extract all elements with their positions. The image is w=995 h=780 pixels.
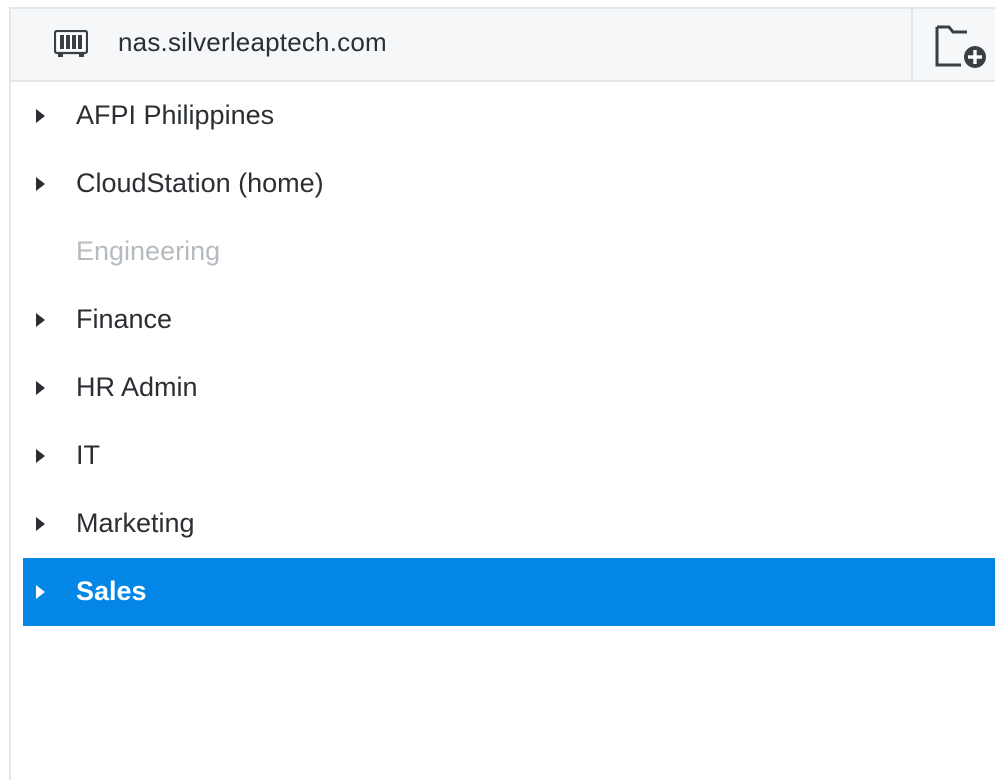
tree-item-cloudstation-home[interactable]: CloudStation (home) bbox=[23, 150, 995, 218]
expand-arrow-icon[interactable] bbox=[36, 449, 45, 463]
tree-item-hr-admin[interactable]: HR Admin bbox=[23, 354, 995, 422]
tree-item-marketing[interactable]: Marketing bbox=[23, 490, 995, 558]
tree-item-afpi-philippines[interactable]: AFPI Philippines bbox=[23, 82, 995, 150]
tree-item-label: IT bbox=[76, 440, 100, 470]
folder-tree: AFPI Philippines CloudStation (home) Eng… bbox=[23, 82, 995, 626]
tree-item-label: Sales bbox=[76, 576, 147, 606]
expand-arrow-icon[interactable] bbox=[36, 517, 45, 531]
tree-item-sales[interactable]: Sales bbox=[23, 558, 995, 626]
panel-header: nas.silverleaptech.com bbox=[11, 9, 995, 82]
tree-item-label: Finance bbox=[76, 304, 173, 334]
tree-item-label: Engineering bbox=[76, 236, 221, 266]
new-folder-icon[interactable] bbox=[933, 23, 995, 71]
expand-arrow-icon[interactable] bbox=[36, 381, 45, 395]
server-name: nas.silverleaptech.com bbox=[118, 27, 387, 57]
nas-server-icon bbox=[54, 30, 88, 57]
expand-arrow-icon[interactable] bbox=[36, 109, 45, 123]
tree-item-it[interactable]: IT bbox=[23, 422, 995, 490]
header-divider bbox=[911, 9, 913, 80]
tree-item-label: HR Admin bbox=[76, 372, 198, 402]
expand-arrow-icon[interactable] bbox=[36, 177, 45, 191]
expand-arrow-icon[interactable] bbox=[36, 313, 45, 327]
tree-item-label: CloudStation (home) bbox=[76, 168, 324, 198]
expand-arrow-icon[interactable] bbox=[36, 585, 45, 599]
tree-item-finance[interactable]: Finance bbox=[23, 286, 995, 354]
tree-item-label: Marketing bbox=[76, 508, 195, 538]
tree-item-label: AFPI Philippines bbox=[76, 100, 275, 130]
tree-item-engineering: Engineering bbox=[23, 218, 995, 286]
shared-folder-panel: nas.silverleaptech.com AFPI Philippines … bbox=[9, 7, 995, 780]
